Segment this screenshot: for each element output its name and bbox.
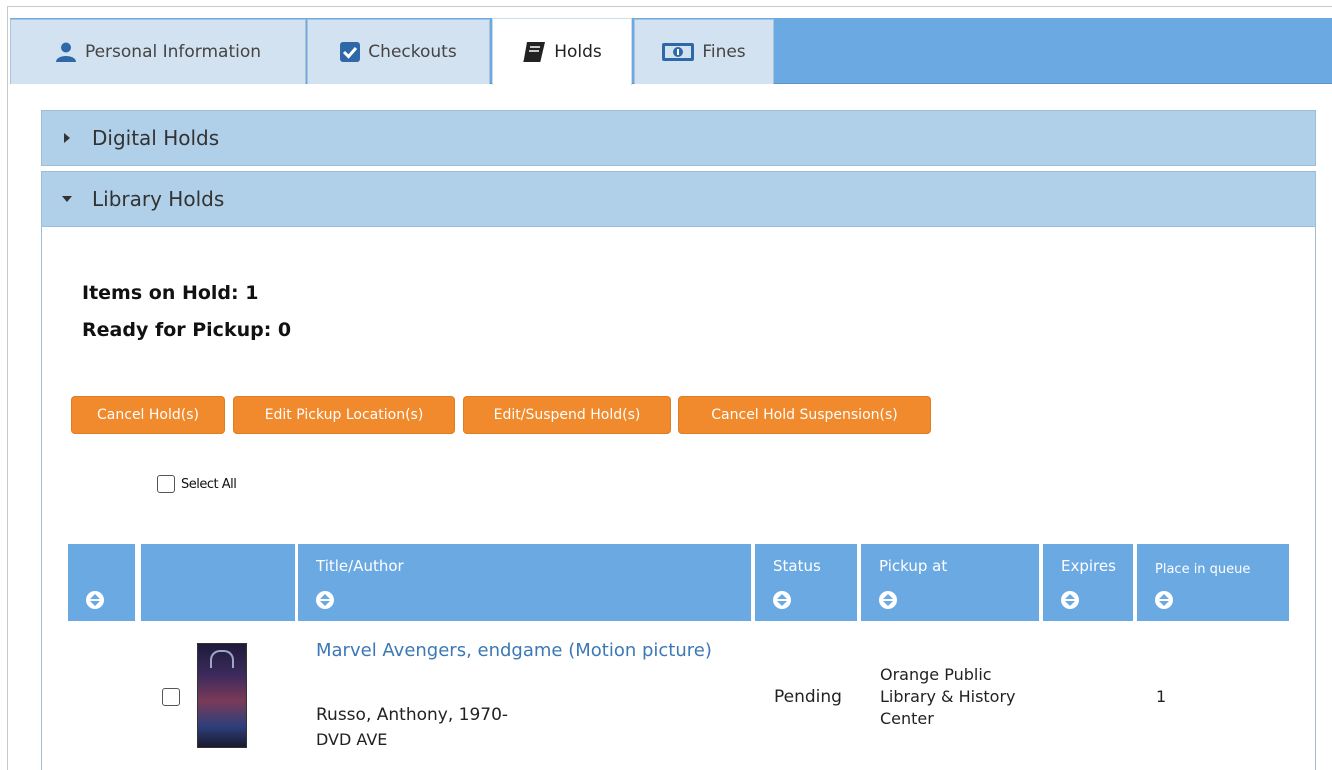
tab-holds[interactable]: Holds bbox=[492, 18, 632, 85]
digital-holds-header[interactable]: Digital Holds bbox=[41, 110, 1316, 166]
checkbox-icon bbox=[340, 42, 361, 62]
sort-icon bbox=[1155, 591, 1173, 609]
caret-right-icon bbox=[42, 132, 92, 144]
tab-label: Checkouts bbox=[368, 42, 457, 62]
dvd-cover-image[interactable] bbox=[197, 643, 247, 748]
column-header-title[interactable]: Title/Author bbox=[298, 544, 751, 621]
sort-icon bbox=[879, 591, 897, 609]
sort-icon bbox=[773, 591, 791, 609]
hold-author: Russo, Anthony, 1970- bbox=[316, 705, 509, 725]
column-label: Status bbox=[773, 557, 821, 575]
edit-suspend-holds-button[interactable]: Edit/Suspend Hold(s) bbox=[463, 396, 671, 434]
tab-checkouts[interactable]: Checkouts bbox=[307, 19, 490, 84]
account-tab-bar: Personal Information Checkouts Holds Fin… bbox=[10, 18, 1332, 85]
tab-label: Holds bbox=[554, 42, 602, 62]
hold-format: DVD AVE bbox=[316, 730, 388, 749]
column-header-select bbox=[141, 544, 295, 621]
tab-fines[interactable]: Fines bbox=[634, 19, 774, 84]
caret-down-icon bbox=[42, 195, 92, 203]
column-header-queue[interactable]: Place in queue bbox=[1137, 544, 1289, 621]
column-label: Place in queue bbox=[1155, 562, 1251, 577]
book-icon bbox=[523, 42, 546, 62]
user-icon bbox=[55, 42, 76, 62]
section-title: Digital Holds bbox=[92, 126, 220, 150]
tab-label: Personal Information bbox=[84, 42, 262, 62]
select-all-label: Select All bbox=[181, 477, 237, 492]
column-label: Pickup at bbox=[879, 557, 948, 575]
items-on-hold-count: Items on Hold: 1 bbox=[82, 282, 259, 304]
cover-logo bbox=[210, 650, 234, 668]
column-label: Title/Author bbox=[316, 557, 404, 575]
tab-personal-information[interactable]: Personal Information bbox=[10, 19, 306, 84]
sort-icon bbox=[86, 591, 104, 609]
hold-title-link[interactable]: Marvel Avengers, endgame (Motion picture… bbox=[316, 638, 736, 663]
column-header-sort[interactable] bbox=[68, 544, 135, 621]
tab-label: Fines bbox=[702, 42, 746, 62]
column-header-pickup[interactable]: Pickup at bbox=[861, 544, 1039, 621]
column-label: Expires bbox=[1061, 557, 1116, 575]
money-icon bbox=[662, 43, 695, 61]
edit-pickup-location-button[interactable]: Edit Pickup Location(s) bbox=[233, 396, 455, 434]
hold-status: Pending bbox=[774, 687, 842, 707]
library-holds-header[interactable]: Library Holds bbox=[41, 171, 1316, 227]
hold-pickup-location: Orange Public Library & History Center bbox=[880, 665, 1016, 728]
section-title: Library Holds bbox=[92, 187, 225, 211]
cancel-hold-suspension-button[interactable]: Cancel Hold Suspension(s) bbox=[678, 396, 931, 434]
hold-queue-position: 1 bbox=[1156, 687, 1167, 706]
cancel-holds-button[interactable]: Cancel Hold(s) bbox=[71, 396, 225, 434]
select-all-checkbox[interactable] bbox=[157, 475, 175, 493]
sort-icon bbox=[1061, 591, 1079, 609]
hold-row-checkbox[interactable] bbox=[162, 688, 180, 706]
column-header-status[interactable]: Status bbox=[755, 544, 857, 621]
ready-for-pickup-count: Ready for Pickup: 0 bbox=[82, 319, 292, 341]
sort-icon bbox=[316, 591, 334, 609]
column-header-expires[interactable]: Expires bbox=[1043, 544, 1133, 621]
